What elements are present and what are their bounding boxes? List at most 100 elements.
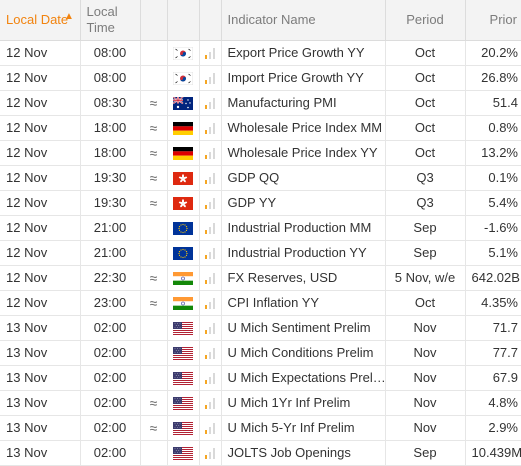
prior-cell: 20.2% [465, 40, 521, 66]
importance-bar [212, 348, 215, 360]
column-header-local-time[interactable]: Local Time [80, 0, 141, 41]
table-row[interactable]: 12 Nov 08:00 Import Price Growth YY Oct 26.8… [0, 65, 521, 91]
column-header-local-date[interactable]: Local Date ▲ [0, 0, 81, 41]
importance-bars-icon [204, 373, 215, 385]
country-cell [167, 440, 200, 466]
australia-flag-icon [172, 96, 193, 111]
table-row[interactable]: 12 Nov 18:00 ≈ Wholesale Price Index YY Oct 1… [0, 140, 521, 166]
importance-bar [208, 202, 211, 210]
approx-icon [140, 440, 168, 466]
approx-icon: ≈ [140, 115, 168, 141]
indicator-name-cell[interactable]: U Mich Conditions Prelim [221, 340, 386, 366]
prior-cell: 5.1% [465, 240, 521, 266]
time-cell: 18:00 [80, 140, 141, 166]
eu-flag-icon [173, 222, 193, 236]
country-cell [167, 240, 200, 266]
importance-bar [208, 152, 211, 160]
indicator-name-cell[interactable]: U Mich 5-Yr Inf Prelim [221, 415, 386, 441]
indicator-name-cell[interactable]: Import Price Growth YY [221, 65, 386, 91]
column-header-prior[interactable]: Prior [465, 0, 521, 41]
importance-bar [204, 205, 207, 210]
table-row[interactable]: 13 Nov 02:00 ≈ U Mich 5-Yr Inf Prelim Nov 2.9… [0, 415, 521, 441]
importance-cell [199, 165, 222, 191]
column-header-period[interactable]: Period [385, 0, 466, 41]
country-cell [167, 190, 200, 216]
table-row[interactable]: 12 Nov 19:30 ≈ GDP QQ Q3 0.1% [0, 165, 521, 191]
time-cell: 22:30 [80, 265, 141, 291]
table-row[interactable]: 13 Nov 02:00 U Mich Sentiment Prelim Nov 71.… [0, 315, 521, 341]
importance-bar [204, 180, 207, 185]
indicator-name-cell[interactable]: JOLTS Job Openings [221, 440, 386, 466]
importance-cell [199, 390, 222, 416]
table-row[interactable]: 12 Nov 19:30 ≈ GDP YY Q3 5.4% [0, 190, 521, 216]
prior-cell: 10.439M [465, 440, 521, 466]
importance-bars-icon [204, 123, 215, 135]
importance-bar [208, 427, 211, 435]
indicator-name-cell[interactable]: Export Price Growth YY [221, 40, 386, 66]
prior-cell: 4.35% [465, 290, 521, 316]
importance-bar [208, 452, 211, 460]
column-header-local-time-label: Local Time [86, 3, 118, 35]
period-cell: Sep [385, 440, 466, 466]
prior-cell: 0.8% [465, 115, 521, 141]
date-cell: 13 Nov [0, 365, 81, 391]
table-row[interactable]: 13 Nov 02:00 U Mich Conditions Prelim Nov 77… [0, 340, 521, 366]
eu-flag-icon [173, 247, 193, 261]
importance-bar [204, 355, 207, 360]
importance-bar [204, 55, 207, 60]
importance-bars-icon [204, 73, 215, 85]
table-row[interactable]: 13 Nov 02:00 JOLTS Job Openings Sep 10.439M [0, 440, 521, 466]
importance-cell [199, 240, 222, 266]
column-header-approx [140, 0, 168, 41]
indicator-name-cell[interactable]: Industrial Production MM [221, 215, 386, 241]
column-header-indicator-name[interactable]: Indicator Name [221, 0, 386, 41]
indicator-name-cell[interactable]: FX Reserves, USD [221, 265, 386, 291]
importance-cell [199, 290, 222, 316]
table-row[interactable]: 12 Nov 23:00 ≈ CPI Inflation YY Oct 4.35% [0, 290, 521, 316]
importance-bar [212, 98, 215, 110]
indicator-name-cell[interactable]: GDP QQ [221, 165, 386, 191]
period-cell: 5 Nov, w/e [385, 265, 466, 291]
importance-bars-icon [204, 348, 215, 360]
indicator-name-cell[interactable]: Wholesale Price Index YY [221, 140, 386, 166]
date-cell: 12 Nov [0, 90, 81, 116]
table-row[interactable]: 12 Nov 08:30 ≈ Manufacturing PMI Oct 51.4 [0, 90, 521, 116]
table-row[interactable]: 13 Nov 02:00 U Mich Expectations Prel… Nov 6… [0, 365, 521, 391]
table-row[interactable]: 12 Nov 08:00 Export Price Growth YY Oct 20.2… [0, 40, 521, 66]
date-cell: 13 Nov [0, 315, 81, 341]
indicator-name-cell[interactable]: Industrial Production YY [221, 240, 386, 266]
indicator-name-cell[interactable]: GDP YY [221, 190, 386, 216]
table-row[interactable]: 12 Nov 21:00 Industrial Production MM Sep -1… [0, 215, 521, 241]
indicator-name-cell[interactable]: U Mich 1Yr Inf Prelim [221, 390, 386, 416]
table-row[interactable]: 13 Nov 02:00 ≈ U Mich 1Yr Inf Prelim Nov 4.8% [0, 390, 521, 416]
period-cell: Oct [385, 290, 466, 316]
importance-bars-icon [204, 148, 215, 160]
indicator-name-cell[interactable]: U Mich Sentiment Prelim [221, 315, 386, 341]
country-cell [167, 65, 200, 91]
importance-bar [204, 455, 207, 460]
importance-bars-icon [204, 323, 215, 335]
approx-icon [140, 65, 168, 91]
prior-cell: 77.7 [465, 340, 521, 366]
table-row[interactable]: 12 Nov 22:30 ≈ FX Reserves, USD 5 Nov, w/e 64… [0, 265, 521, 291]
importance-bar [212, 123, 215, 135]
time-cell: 02:00 [80, 415, 141, 441]
importance-bar [212, 248, 215, 260]
indicator-name-cell[interactable]: CPI Inflation YY [221, 290, 386, 316]
indicator-name-cell[interactable]: Manufacturing PMI [221, 90, 386, 116]
importance-bar [204, 305, 207, 310]
period-cell: Sep [385, 240, 466, 266]
sort-asc-icon[interactable]: ▲ [64, 9, 74, 25]
approx-icon [140, 365, 168, 391]
indicator-name-cell[interactable]: Wholesale Price Index MM [221, 115, 386, 141]
indicator-name-cell[interactable]: U Mich Expectations Prel… [221, 365, 386, 391]
approx-icon: ≈ [140, 140, 168, 166]
table-row[interactable]: 12 Nov 18:00 ≈ Wholesale Price Index MM Oct 0… [0, 115, 521, 141]
approx-icon [140, 215, 168, 241]
importance-cell [199, 365, 222, 391]
table-row[interactable]: 12 Nov 21:00 Industrial Production YY Sep 5.… [0, 240, 521, 266]
column-header-period-label: Period [406, 11, 444, 27]
time-cell: 02:00 [80, 315, 141, 341]
usa-flag-icon [173, 447, 193, 461]
hong-kong-flag-icon [173, 197, 193, 211]
